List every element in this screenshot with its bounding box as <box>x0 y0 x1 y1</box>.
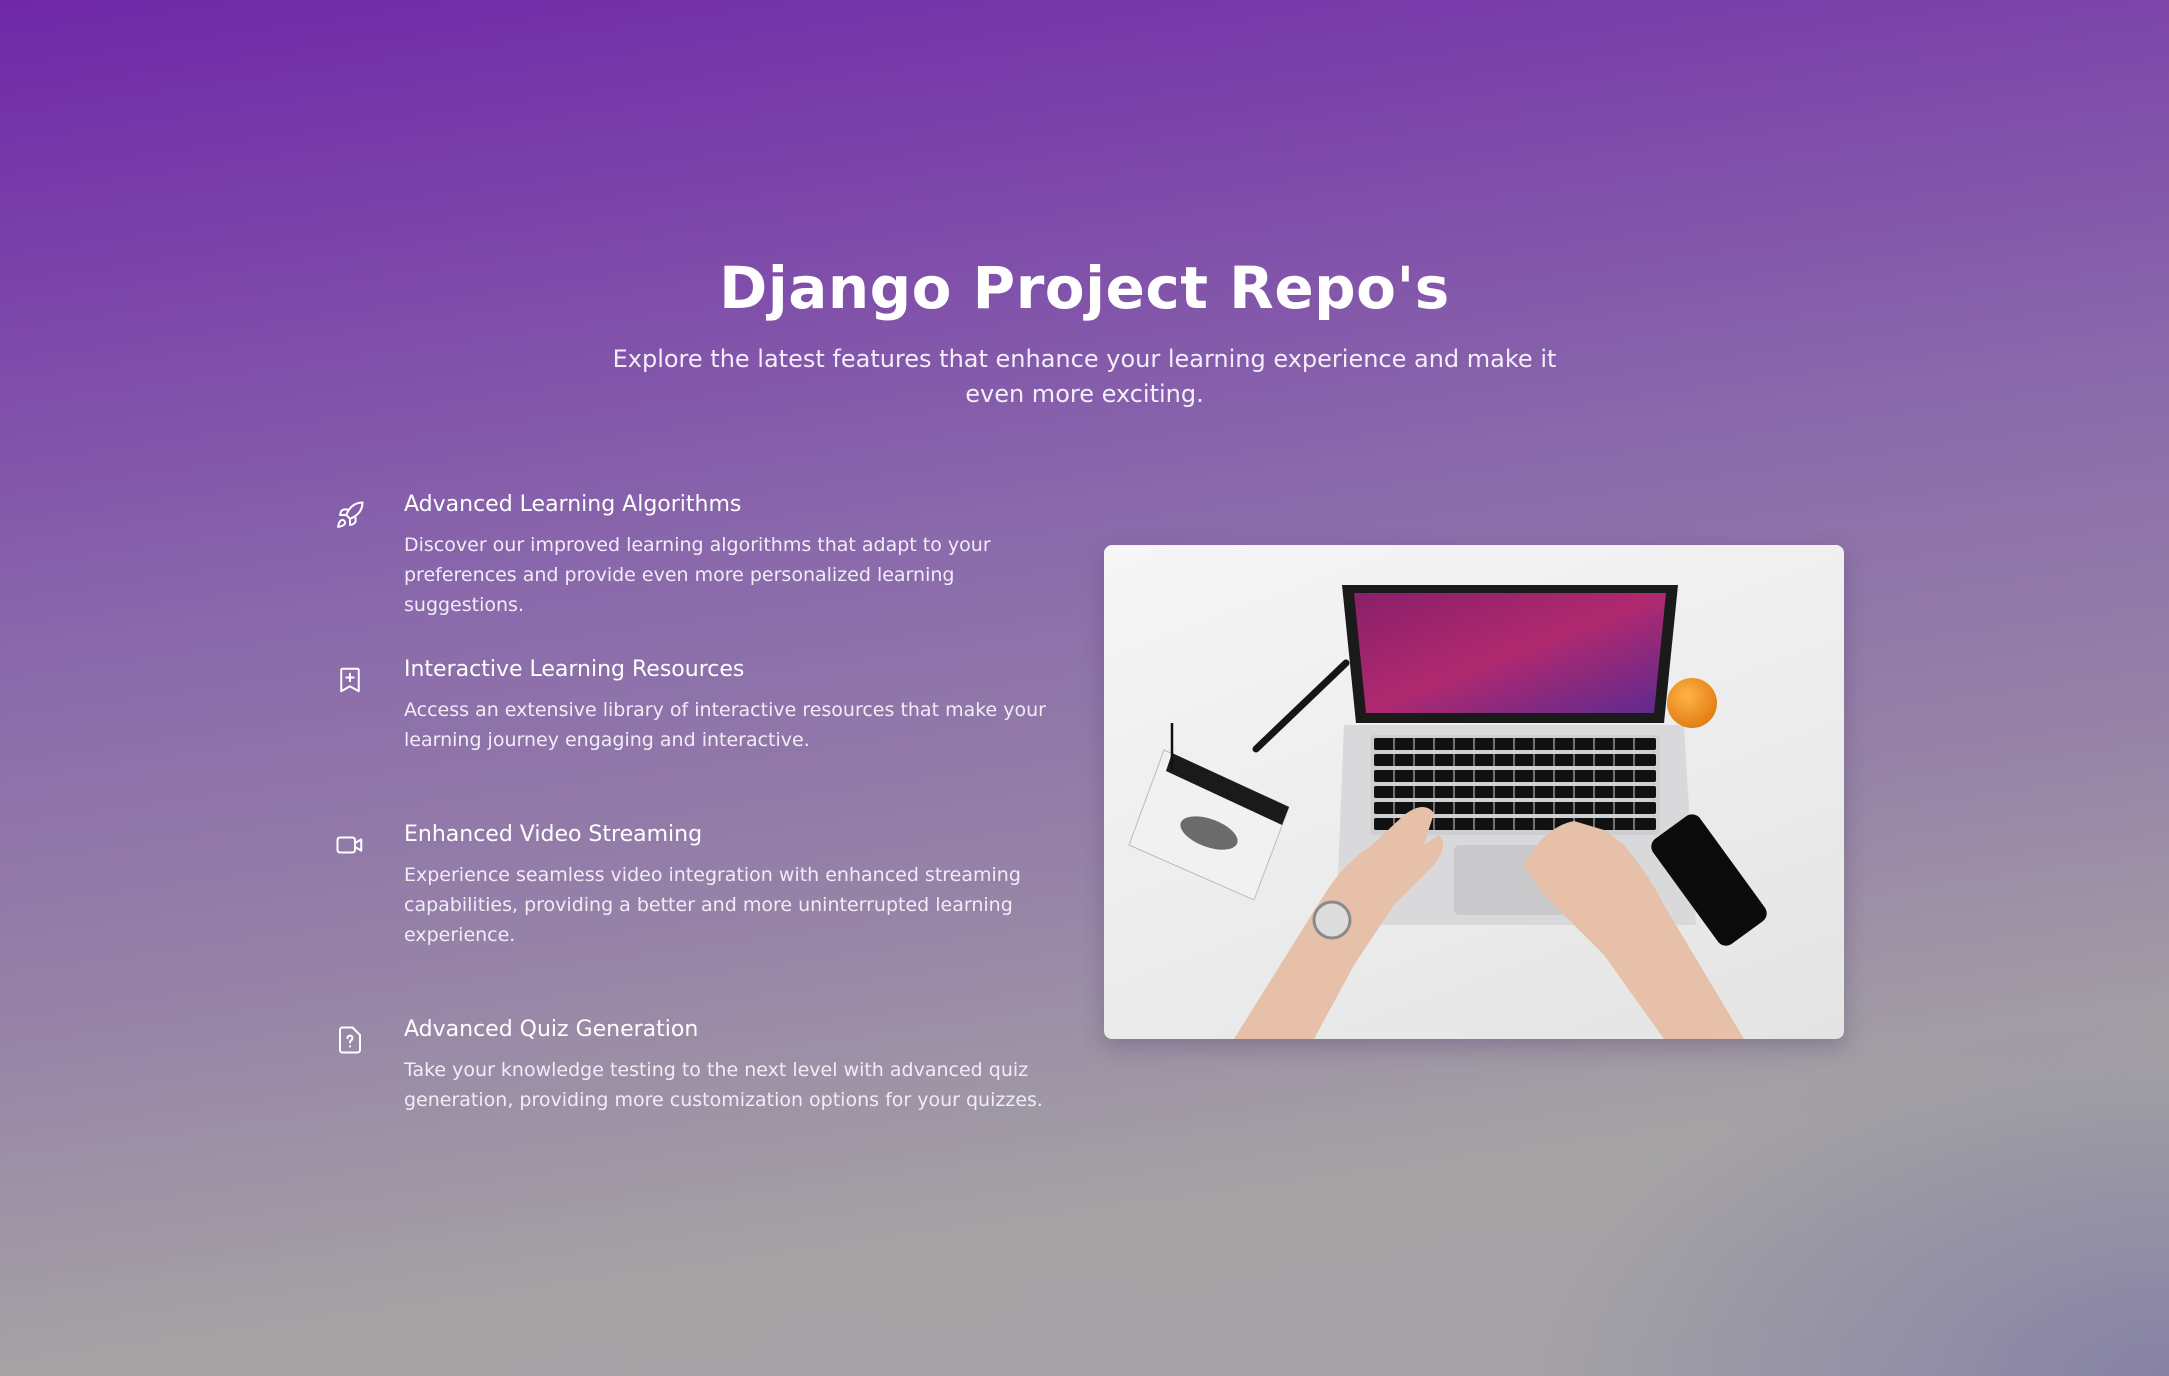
feature-item-learning-resources: Interactive Learning Resources Access an… <box>335 655 1075 755</box>
page-title: Django Project Repo's <box>719 254 1450 322</box>
notebook <box>1128 723 1290 901</box>
feature-item-quiz-generation: Advanced Quiz Generation Take your knowl… <box>335 1015 1075 1115</box>
hero-section: Django Project Repo's Explore the latest… <box>0 248 2169 412</box>
feature-title: Interactive Learning Resources <box>404 657 745 682</box>
feature-title: Advanced Quiz Generation <box>404 1017 699 1042</box>
bookmark-plus-icon <box>335 665 365 695</box>
feature-description: Access an extensive library of interacti… <box>404 699 1046 751</box>
feature-title: Enhanced Video Streaming <box>404 822 703 847</box>
feature-description: Experience seamless video integration wi… <box>404 864 1021 946</box>
wristwatch <box>1312 900 1352 940</box>
pen <box>1252 659 1350 753</box>
file-question-icon <box>335 1025 365 1055</box>
laptop-workspace-photo <box>1104 545 1844 1039</box>
feature-description: Discover our improved learning algorithm… <box>404 534 991 616</box>
feature-description: Take your knowledge testing to the next … <box>404 1059 1043 1111</box>
feature-title: Advanced Learning Algorithms <box>404 492 742 517</box>
page-subtitle: Explore the latest features that enhance… <box>612 345 1557 408</box>
orange <box>1667 678 1717 728</box>
video-camera-icon <box>335 830 365 860</box>
feature-item-video-streaming: Enhanced Video Streaming Experience seam… <box>335 820 1075 950</box>
rocket-icon <box>335 500 365 530</box>
feature-item-learning-algorithms: Advanced Learning Algorithms Discover ou… <box>335 490 1075 620</box>
